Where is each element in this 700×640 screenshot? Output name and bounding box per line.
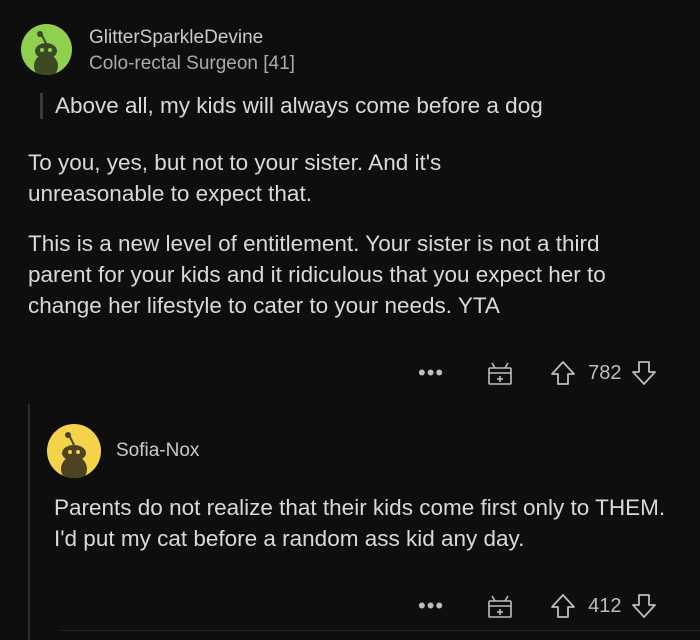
comment-paragraph: Parents do not realize that their kids c… bbox=[54, 495, 666, 551]
upvote-arrow-icon[interactable] bbox=[550, 592, 576, 620]
vote-count: 782 bbox=[588, 361, 622, 384]
thread-line[interactable] bbox=[28, 404, 30, 640]
comment-actions: ••• 782 bbox=[418, 358, 657, 388]
comment-body: To you, yes, but not to your sister. And… bbox=[28, 147, 668, 321]
downvote-arrow-icon[interactable] bbox=[631, 359, 657, 387]
divider bbox=[60, 630, 700, 631]
comment-paragraph: This is a new level of entitlement. Your… bbox=[28, 231, 606, 318]
quoted-text: Above all, my kids will always come befo… bbox=[40, 93, 543, 119]
more-options-icon[interactable]: ••• bbox=[418, 593, 444, 619]
downvote-arrow-icon[interactable] bbox=[631, 592, 657, 620]
vote-count: 412 bbox=[588, 594, 622, 617]
more-options-icon[interactable]: ••• bbox=[418, 360, 444, 386]
comment-actions: ••• 412 bbox=[418, 591, 657, 621]
snoo-avatar-icon bbox=[61, 432, 87, 478]
comment-paragraph: To you, yes, but not to your sister. And… bbox=[28, 150, 442, 206]
username[interactable]: GlitterSparkleDevine bbox=[89, 27, 263, 49]
user-flair: Colo-rectal Surgeon [41] bbox=[89, 53, 295, 74]
snoo-avatar-icon bbox=[34, 31, 58, 75]
upvote-arrow-icon[interactable] bbox=[550, 359, 576, 387]
comment-body: Parents do not realize that their kids c… bbox=[54, 492, 674, 554]
avatar[interactable] bbox=[21, 24, 72, 75]
gift-icon[interactable] bbox=[486, 592, 514, 620]
gift-icon[interactable] bbox=[486, 359, 514, 387]
username[interactable]: Sofia-Nox bbox=[116, 440, 199, 462]
avatar[interactable] bbox=[47, 424, 101, 478]
